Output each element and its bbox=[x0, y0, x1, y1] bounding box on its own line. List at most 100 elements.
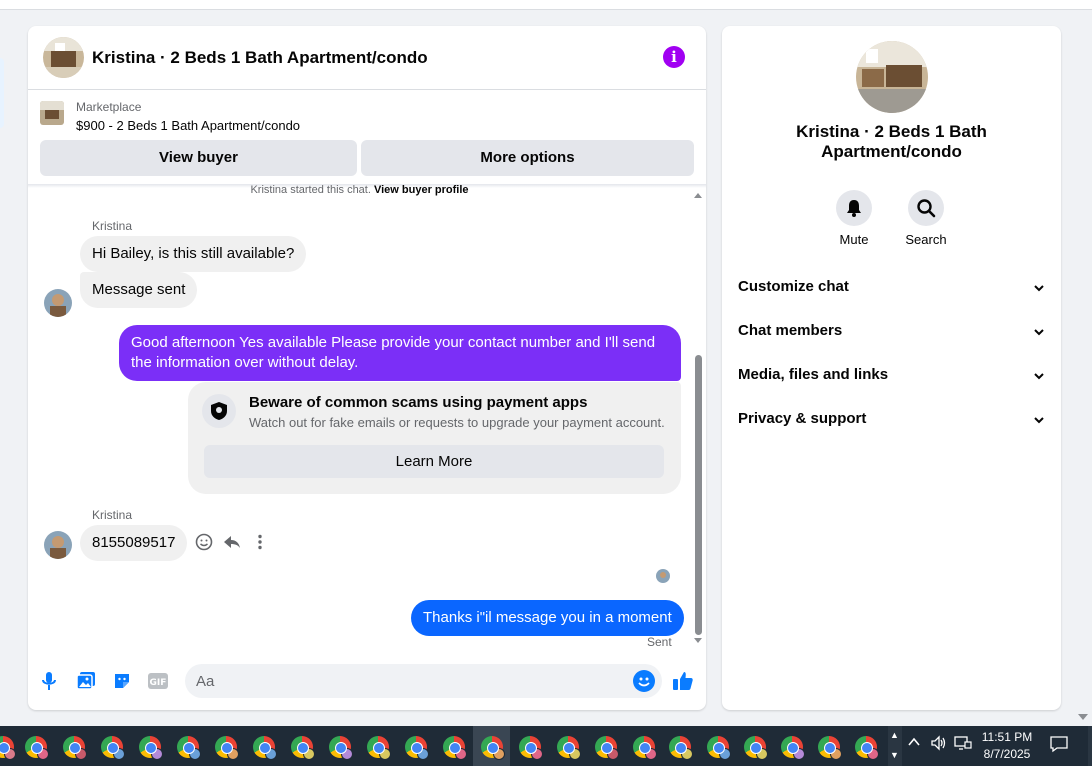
mute-button[interactable]: Mute bbox=[819, 190, 889, 247]
profile-badge bbox=[341, 748, 353, 760]
chrome-profile-icon[interactable] bbox=[367, 736, 391, 760]
show-desktop-button[interactable] bbox=[1088, 726, 1092, 766]
chrome-profile-icon[interactable] bbox=[0, 736, 16, 760]
profile-badge bbox=[227, 748, 239, 760]
outgoing-message[interactable]: Good afternoon Yes available Please prov… bbox=[119, 325, 681, 381]
scam-warning-subtitle: Watch out for fake emails or requests to… bbox=[249, 415, 665, 430]
chrome-profile-icon[interactable] bbox=[329, 736, 353, 760]
incoming-message[interactable]: 8155089517 bbox=[80, 525, 188, 561]
chrome-profile-icon[interactable] bbox=[215, 736, 239, 760]
more-vertical-icon[interactable] bbox=[250, 532, 270, 552]
view-buyer-profile-link[interactable]: View buyer profile bbox=[374, 184, 469, 196]
message-input[interactable] bbox=[185, 664, 662, 698]
listing-avatar[interactable] bbox=[43, 37, 84, 78]
chrome-profile-icon[interactable] bbox=[519, 736, 543, 760]
listing-avatar-large[interactable] bbox=[856, 41, 928, 113]
mute-label: Mute bbox=[839, 232, 869, 247]
profile-badge bbox=[756, 748, 768, 760]
chrome-profile-icon[interactable] bbox=[855, 736, 879, 760]
image-icon[interactable] bbox=[74, 669, 98, 693]
accordion-privacy-support[interactable]: Privacy & support bbox=[738, 410, 1045, 434]
learn-more-button[interactable]: Learn More bbox=[204, 445, 664, 478]
chrome-profile-icon[interactable] bbox=[443, 736, 467, 760]
windows-taskbar: ▲ ▼ 11:51 PM 8/7/2025 bbox=[0, 726, 1092, 766]
taskbar-scroll[interactable]: ▲ ▼ bbox=[888, 726, 902, 766]
smile-icon[interactable] bbox=[194, 532, 214, 552]
profile-badge bbox=[830, 748, 842, 760]
chrome-profile-icon[interactable] bbox=[744, 736, 768, 760]
volume-icon[interactable] bbox=[930, 735, 948, 755]
listing-thumbnail[interactable] bbox=[40, 101, 64, 125]
show-hidden-icons-icon[interactable] bbox=[907, 735, 921, 753]
accordion-label: Media, files and links bbox=[738, 366, 889, 383]
incoming-message[interactable]: Hi Bailey, is this still available? bbox=[80, 236, 307, 272]
accordion-media-files-links[interactable]: Media, files and links bbox=[738, 366, 1045, 390]
like-thumb-icon[interactable] bbox=[671, 669, 695, 693]
profile-badge bbox=[113, 748, 125, 760]
search-button[interactable]: Search bbox=[891, 190, 961, 247]
search-label: Search bbox=[905, 232, 947, 247]
gif-icon[interactable]: GIF bbox=[146, 669, 170, 693]
profile-badge bbox=[531, 748, 543, 760]
chevron-down-icon[interactable]: ▼ bbox=[890, 750, 899, 760]
search-icon bbox=[908, 190, 944, 226]
profile-badge bbox=[681, 748, 693, 760]
reply-icon[interactable] bbox=[222, 532, 242, 552]
scam-warning-card: Beware of common scams using payment app… bbox=[188, 382, 681, 494]
system-clock[interactable]: 11:51 PM 8/7/2025 bbox=[976, 729, 1038, 763]
chrome-profile-icon[interactable] bbox=[781, 736, 805, 760]
profile-badge bbox=[645, 748, 657, 760]
sender-avatar[interactable] bbox=[44, 289, 72, 317]
chrome-profile-icon[interactable] bbox=[557, 736, 581, 760]
chrome-profile-icon[interactable] bbox=[818, 736, 842, 760]
page-scroll-down-arrow[interactable] bbox=[1078, 714, 1088, 720]
listing-title[interactable]: $900 - 2 Beds 1 Bath Apartment/condo bbox=[76, 118, 300, 133]
chrome-profile-icon[interactable] bbox=[101, 736, 125, 760]
chrome-profile-icon[interactable] bbox=[481, 736, 505, 760]
chat-started-note: Kristina started this chat. View buyer p… bbox=[28, 184, 691, 196]
chrome-profile-icon[interactable] bbox=[253, 736, 277, 760]
accordion-chat-members[interactable]: Chat members bbox=[738, 322, 1045, 346]
chrome-profile-icon[interactable] bbox=[595, 736, 619, 760]
emoji-icon[interactable] bbox=[633, 670, 655, 692]
chrome-profile-icon[interactable] bbox=[405, 736, 429, 760]
chrome-profile-icon[interactable] bbox=[177, 736, 201, 760]
bell-icon bbox=[836, 190, 872, 226]
network-icon[interactable] bbox=[954, 735, 972, 755]
chrome-profile-icon[interactable] bbox=[669, 736, 693, 760]
accordion-customize-chat[interactable]: Customize chat bbox=[738, 278, 1045, 302]
view-buyer-button[interactable]: View buyer bbox=[40, 140, 357, 176]
info-icon[interactable]: i bbox=[663, 46, 685, 68]
sender-avatar[interactable] bbox=[44, 531, 72, 559]
chevron-up-icon[interactable]: ▲ bbox=[890, 730, 899, 740]
chevron-down-icon bbox=[1034, 285, 1044, 292]
profile-badge bbox=[37, 748, 49, 760]
conversation-info-panel: Kristina · 2 Beds 1 Bath Apartment/condo… bbox=[722, 26, 1061, 710]
scroll-up-arrow[interactable] bbox=[694, 193, 702, 198]
message-scrollbar[interactable] bbox=[691, 190, 705, 646]
clock-date: 8/7/2025 bbox=[983, 747, 1031, 761]
profile-badge bbox=[151, 748, 163, 760]
scroll-thumb[interactable] bbox=[695, 355, 702, 635]
clock-time: 11:51 PM bbox=[981, 730, 1033, 744]
incoming-message[interactable]: Message sent bbox=[80, 272, 198, 308]
chrome-profile-icon[interactable] bbox=[291, 736, 315, 760]
chrome-profile-icon[interactable] bbox=[633, 736, 657, 760]
profile-badge bbox=[417, 748, 429, 760]
microphone-icon[interactable] bbox=[37, 669, 61, 693]
outgoing-message[interactable]: Thanks i"il message you in a moment bbox=[411, 600, 684, 636]
scroll-down-arrow[interactable] bbox=[694, 638, 702, 643]
sticker-icon[interactable] bbox=[110, 669, 134, 693]
profile-badge bbox=[455, 748, 467, 760]
chrome-profile-icon[interactable] bbox=[63, 736, 87, 760]
chat-panel: Kristina · 2 Beds 1 Bath Apartment/condo… bbox=[28, 26, 706, 710]
notification-icon[interactable] bbox=[1049, 735, 1069, 757]
accordion-label: Chat members bbox=[738, 322, 843, 339]
profile-badge bbox=[265, 748, 277, 760]
chrome-profile-icon[interactable] bbox=[139, 736, 163, 760]
profile-badge bbox=[493, 748, 505, 760]
more-options-button[interactable]: More options bbox=[361, 140, 694, 176]
accordion-label: Privacy & support bbox=[738, 410, 867, 427]
chrome-profile-icon[interactable] bbox=[25, 736, 49, 760]
chrome-profile-icon[interactable] bbox=[707, 736, 731, 760]
